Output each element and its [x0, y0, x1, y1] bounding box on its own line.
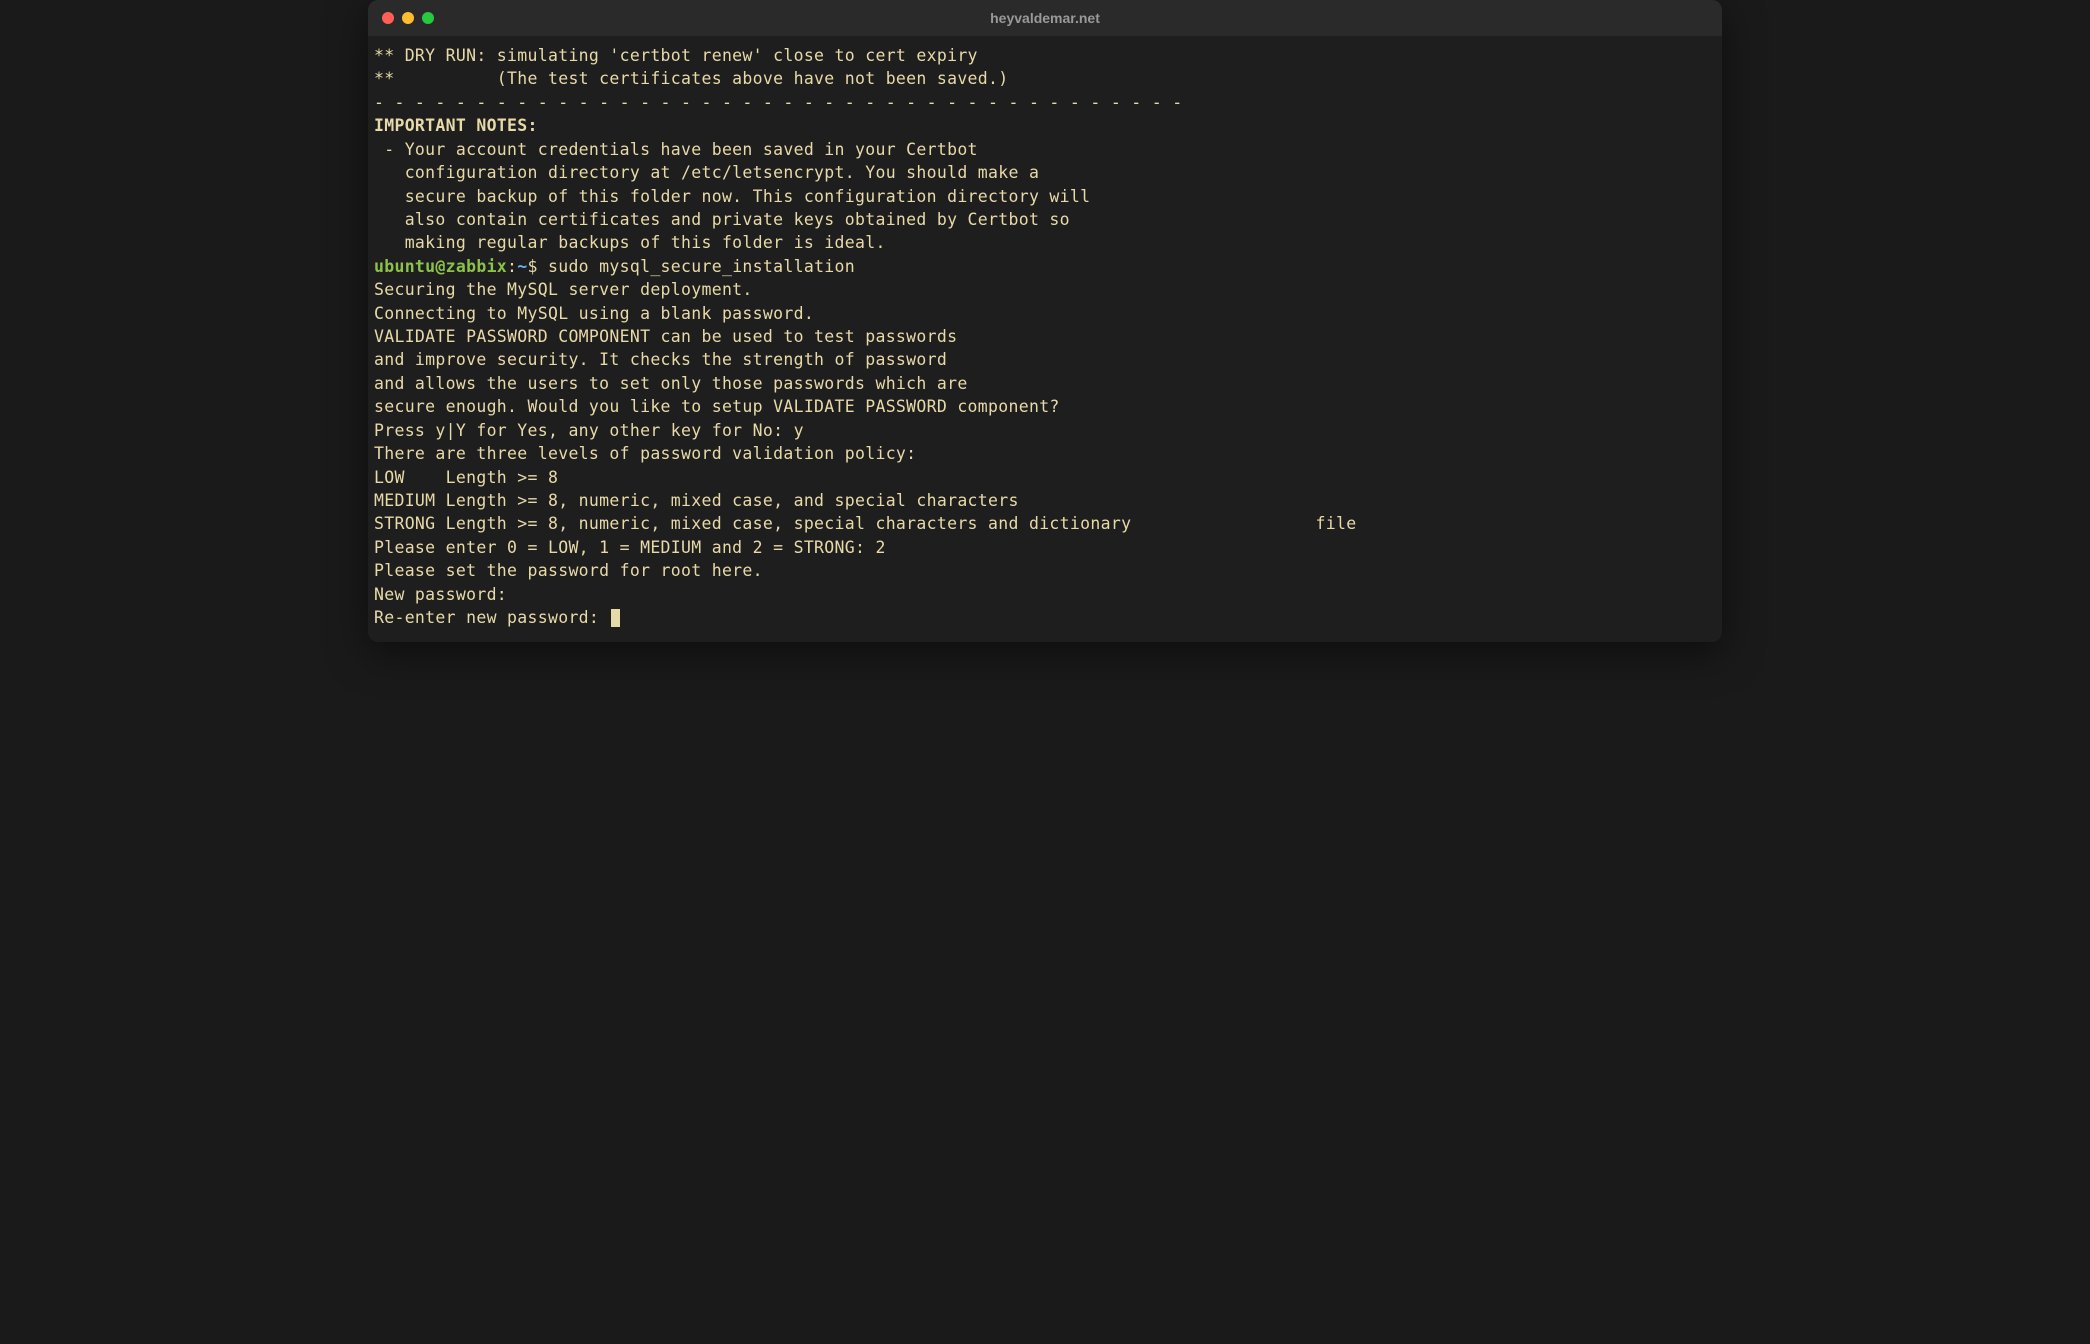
traffic-lights [382, 12, 434, 24]
input-line[interactable]: Re-enter new password: [374, 606, 1716, 629]
output-line: STRONG Length >= 8, numeric, mixed case,… [374, 512, 1716, 535]
output-line: There are three levels of password valid… [374, 442, 1716, 465]
title-bar: heyvaldemar.net [368, 0, 1722, 36]
prompt-line: ubuntu@zabbix:~$ sudo mysql_secure_insta… [374, 255, 1716, 278]
output-line: secure enough. Would you like to setup V… [374, 395, 1716, 418]
prompt-colon: : [507, 257, 517, 276]
output-line: - - - - - - - - - - - - - - - - - - - - … [374, 91, 1716, 114]
output-line: Press y|Y for Yes, any other key for No:… [374, 419, 1716, 442]
prompt-path: ~ [517, 257, 527, 276]
output-line: LOW Length >= 8 [374, 466, 1716, 489]
output-line: ** DRY RUN: simulating 'certbot renew' c… [374, 44, 1716, 67]
output-line: and improve security. It checks the stre… [374, 348, 1716, 371]
terminal-window: heyvaldemar.net ** DRY RUN: simulating '… [368, 0, 1722, 642]
output-line: secure backup of this folder now. This c… [374, 185, 1716, 208]
command-text: sudo mysql_secure_installation [548, 257, 855, 276]
output-line: and allows the users to set only those p… [374, 372, 1716, 395]
window-title: heyvaldemar.net [990, 10, 1100, 26]
terminal-body[interactable]: ** DRY RUN: simulating 'certbot renew' c… [368, 36, 1722, 642]
output-line-important: IMPORTANT NOTES: [374, 114, 1716, 137]
output-line: - Your account credentials have been sav… [374, 138, 1716, 161]
prompt-reenter: Re-enter new password: [374, 608, 609, 627]
prompt-dollar: $ [528, 257, 548, 276]
output-line: configuration directory at /etc/letsencr… [374, 161, 1716, 184]
close-button[interactable] [382, 12, 394, 24]
output-line: VALIDATE PASSWORD COMPONENT can be used … [374, 325, 1716, 348]
output-line: New password: [374, 583, 1716, 606]
output-line: ** (The test certificates above have not… [374, 67, 1716, 90]
output-line: also contain certificates and private ke… [374, 208, 1716, 231]
output-line: MEDIUM Length >= 8, numeric, mixed case,… [374, 489, 1716, 512]
output-line: Please set the password for root here. [374, 559, 1716, 582]
maximize-button[interactable] [422, 12, 434, 24]
output-line: Please enter 0 = LOW, 1 = MEDIUM and 2 =… [374, 536, 1716, 559]
cursor-icon [611, 609, 620, 627]
minimize-button[interactable] [402, 12, 414, 24]
output-line: Securing the MySQL server deployment. [374, 278, 1716, 301]
output-line: making regular backups of this folder is… [374, 231, 1716, 254]
prompt-user-host: ubuntu@zabbix [374, 257, 507, 276]
output-line: Connecting to MySQL using a blank passwo… [374, 302, 1716, 325]
